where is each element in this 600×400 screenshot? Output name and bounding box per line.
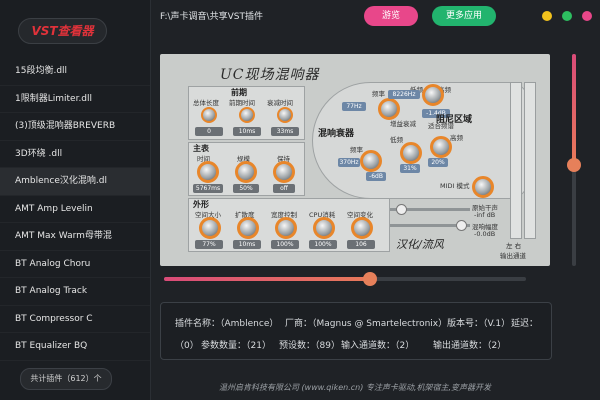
shape-cpu-knob[interactable] bbox=[313, 217, 335, 239]
output-meter-right bbox=[524, 82, 536, 239]
reverb-panel: 主表 时间 规模 保持 5767ms 50% off bbox=[188, 142, 305, 196]
plugin-list-item[interactable]: BT Equalizer BQ bbox=[0, 333, 150, 361]
output-label: 输出通道 bbox=[500, 252, 526, 260]
plugin-title: UC现场混响器 bbox=[220, 67, 320, 83]
plugin-version-label: 版本号：（V.1） bbox=[447, 319, 511, 329]
plugin-inputs-label: 输入通道数：（2） bbox=[341, 341, 415, 351]
plugin-delay-label: 延迟： bbox=[511, 319, 539, 329]
shape-value: 10ms bbox=[233, 240, 261, 249]
mixer-low-label: 低频 bbox=[390, 136, 403, 144]
plugin-delay-value: （0） bbox=[175, 341, 199, 351]
early-panel: 前期 总体长度 前期时间 衰减时间 0 10ms 33ms bbox=[188, 86, 305, 140]
dry-slider-thumb[interactable] bbox=[396, 204, 407, 215]
horizontal-slider-thumb[interactable] bbox=[363, 272, 377, 286]
early-value: 0 bbox=[195, 127, 223, 136]
dry-value: -inf dB bbox=[474, 211, 496, 219]
shape-diffusion-knob[interactable] bbox=[237, 217, 259, 239]
mixer-mid-knob[interactable] bbox=[400, 142, 422, 164]
plugin-presets-label: 预设数：（89） bbox=[279, 341, 340, 351]
output-meter-left bbox=[510, 82, 522, 239]
horizontal-slider-fill bbox=[164, 277, 370, 281]
reverb-hold-knob[interactable] bbox=[273, 161, 295, 183]
plugin-sidebar: VST查看器 15段均衡.dll 1限制器Limiter.dll (3)顶级混响… bbox=[0, 0, 151, 400]
mixer-high-label: 高频 bbox=[450, 134, 463, 142]
shape-value: 100% bbox=[309, 240, 337, 249]
damping-area bbox=[312, 82, 529, 199]
folder-path: F:\声卡调音\共享VST插件 bbox=[160, 12, 263, 22]
plugin-list-item[interactable]: BT Compressor C bbox=[0, 306, 150, 333]
plugin-list-item[interactable]: (3)顶级混响器BREVERB bbox=[0, 113, 150, 141]
reverb-size-knob[interactable] bbox=[235, 161, 257, 183]
shape-value: 106 bbox=[347, 240, 375, 249]
early-label: 衰减时间 bbox=[267, 99, 293, 107]
plugin-info-panel: 插件名称：（Amblence） 厂商：（Magnus @ Smartelectr… bbox=[160, 302, 552, 360]
close-button[interactable] bbox=[582, 11, 592, 21]
plugin-outputs-label: 输出通道数：（2） bbox=[433, 341, 507, 351]
plugin-total-count: 共计插件（612）个 bbox=[20, 368, 112, 390]
footer-text: 温州启肯科技有限公司 (www.qiken.cn) 专注声卡驱动,机架宿主,变声… bbox=[218, 383, 491, 392]
shape-variation-knob[interactable] bbox=[351, 217, 373, 239]
wet-value: -0.0dB bbox=[474, 230, 496, 238]
vertical-slider-fill bbox=[572, 54, 576, 164]
midi-knob[interactable] bbox=[472, 176, 494, 198]
maximize-button[interactable] bbox=[562, 11, 572, 21]
early-decay-knob[interactable] bbox=[277, 107, 293, 123]
vertical-slider-thumb[interactable] bbox=[567, 158, 581, 172]
damping-freq-value: 8226Hz bbox=[388, 90, 420, 99]
mixer-high-knob[interactable] bbox=[430, 136, 452, 158]
damping-high-knob[interactable] bbox=[422, 84, 444, 106]
plugin-list-item[interactable]: 15段均衡.dll bbox=[0, 58, 150, 86]
minimize-button[interactable] bbox=[542, 11, 552, 21]
plugin-list-item[interactable]: 3D环绕 .dll bbox=[0, 141, 150, 168]
shape-size-knob[interactable] bbox=[199, 217, 221, 239]
damping-lowfreq-value: 77Hz bbox=[342, 102, 366, 111]
mixer-low-value: -6dB bbox=[366, 172, 386, 181]
plugin-list-item[interactable]: BT Analog Choru bbox=[0, 251, 150, 278]
plugin-ui-window: UC现场混响器 前期 总体长度 前期时间 衰减时间 0 10ms 33ms 主表… bbox=[160, 54, 550, 266]
plugin-list-item[interactable]: 1限制器Limiter.dll bbox=[0, 86, 150, 113]
early-length-knob[interactable] bbox=[201, 107, 217, 123]
plugin-vendor-label: 厂商：（Magnus @ Smartelectronix） bbox=[285, 319, 448, 329]
browse-button[interactable]: 游览 bbox=[364, 6, 418, 26]
credit-text: 汉化/流风 bbox=[396, 238, 444, 251]
midi-label: MIDI 模式 bbox=[440, 182, 470, 190]
damping-cut-label: 增益衰减 bbox=[390, 120, 416, 128]
early-value: 33ms bbox=[271, 127, 299, 136]
early-time-knob[interactable] bbox=[239, 107, 255, 123]
damping-title: 阻尼区域 bbox=[436, 115, 473, 125]
mixer-mid-value: 31% bbox=[400, 164, 420, 173]
more-apps-button[interactable]: 更多应用 bbox=[432, 6, 496, 26]
plugin-list: 15段均衡.dll 1限制器Limiter.dll (3)顶级混响器BREVER… bbox=[0, 58, 150, 361]
shape-panel: 外形 空间大小 扩散度 宽度控制 CPU消耗 空间变化 77% 10ms 100… bbox=[188, 198, 390, 252]
shape-value: 77% bbox=[195, 240, 223, 249]
app-logo: VST查看器 bbox=[18, 18, 107, 44]
plugin-list-item[interactable]: BT Analog Track bbox=[0, 278, 150, 306]
plugin-list-item[interactable]: Amblence汉化混响.dl bbox=[0, 168, 150, 196]
damping-freq-label: 频率 bbox=[372, 90, 385, 98]
mixer-title: 混响衰器 bbox=[318, 129, 355, 139]
mixer-freq-value: 370Hz bbox=[338, 158, 360, 167]
mixer-high-value: 20% bbox=[428, 158, 448, 167]
wet-slider-thumb[interactable] bbox=[456, 220, 467, 231]
early-value: 10ms bbox=[233, 127, 261, 136]
damping-low-knob[interactable] bbox=[378, 98, 400, 120]
early-label: 总体长度 bbox=[193, 99, 219, 107]
plugin-list-item[interactable]: AMT Amp Levelin bbox=[0, 196, 150, 223]
mixer-low-knob[interactable] bbox=[360, 150, 382, 172]
reverb-value: off bbox=[273, 184, 295, 193]
early-label: 前期时间 bbox=[229, 99, 255, 107]
reverb-value: 50% bbox=[233, 184, 259, 193]
mixer-freq-label: 频率 bbox=[350, 146, 363, 154]
reverb-value: 5767ms bbox=[193, 184, 223, 193]
plugin-list-item[interactable]: AMT Max Warm母带混 bbox=[0, 223, 150, 251]
shape-value: 100% bbox=[271, 240, 299, 249]
output-lr-label: 左 右 bbox=[506, 242, 522, 250]
reverb-time-knob[interactable] bbox=[197, 161, 219, 183]
shape-width-knob[interactable] bbox=[275, 217, 297, 239]
plugin-params-label: 参数数量：（21） bbox=[201, 341, 271, 351]
plugin-name-label: 插件名称：（Amblence） bbox=[175, 319, 279, 329]
